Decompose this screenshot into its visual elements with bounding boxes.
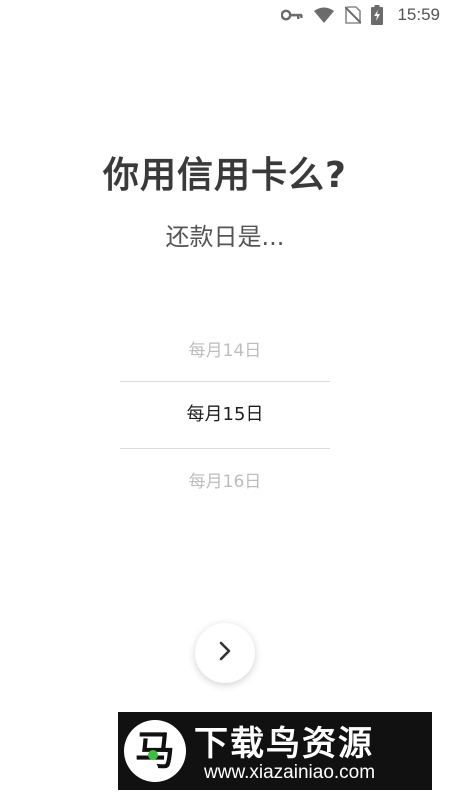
watermark-logo: 马 [124,720,186,782]
next-button[interactable] [195,623,255,683]
picker-option-previous[interactable]: 每月14日 [120,318,330,384]
watermark-banner: 马 下载鸟资源 www.xiazainiao.com [118,712,432,790]
status-time: 15:59 [397,5,440,24]
watermark-brand: 下载鸟资源 [194,724,374,764]
battery-charging-icon [371,5,384,25]
repayment-day-picker[interactable]: 每月14日 每月15日 每月16日 [120,318,330,514]
no-sim-icon [345,6,362,24]
picker-option-next[interactable]: 每月16日 [120,449,330,515]
watermark-url: www.xiazainiao.com [204,762,376,783]
picker-option-selected[interactable]: 每月15日 [120,382,330,448]
wifi-icon [313,7,335,24]
chevron-right-icon [215,639,235,667]
page-subtitle: 还款日是... [165,223,285,251]
vpn-key-icon [281,8,304,22]
watermark-logo-dot [148,750,158,760]
screen: 15:59 你用信用卡么? 还款日是... 每月14日 每月15日 每月16日 … [0,0,450,800]
status-icons: 15:59 [281,4,440,26]
status-bar: 15:59 [0,0,450,32]
page-title: 你用信用卡么? [103,155,347,196]
